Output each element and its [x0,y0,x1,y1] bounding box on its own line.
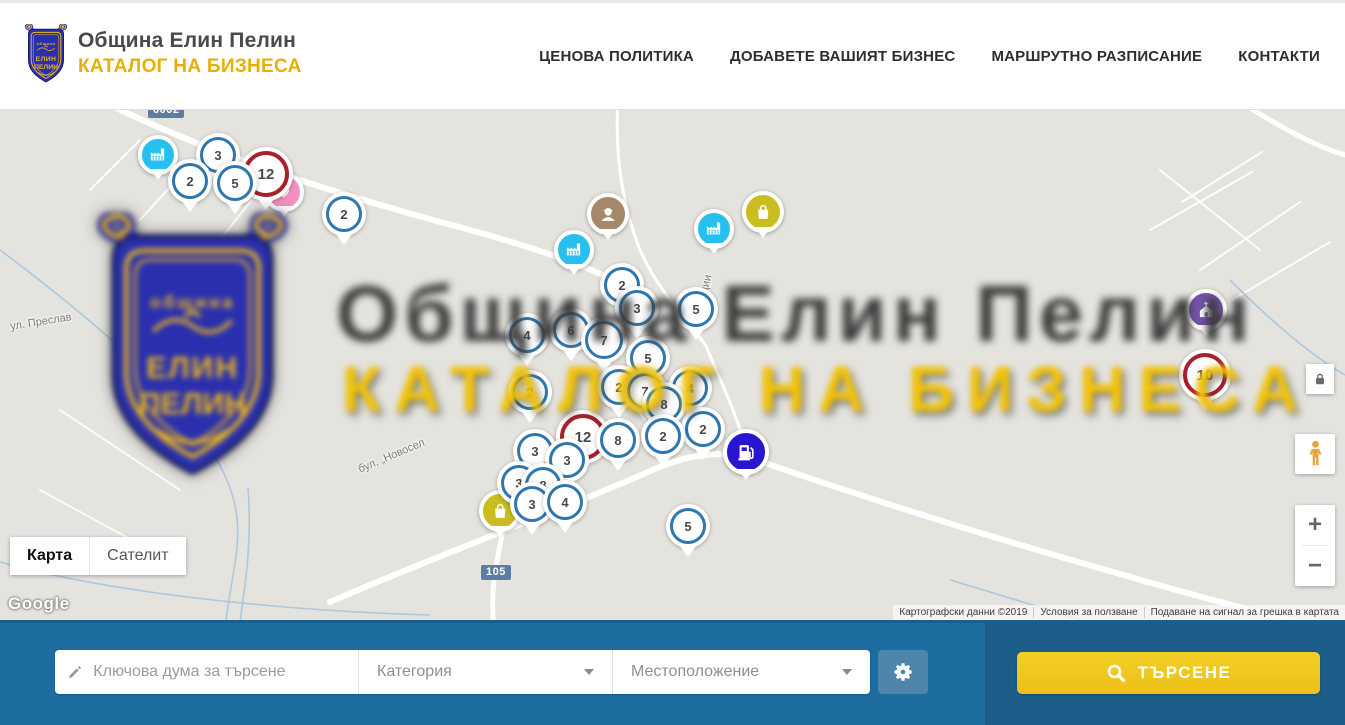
cluster-marker[interactable]: 5 [213,161,257,205]
bag-icon [753,202,773,222]
lock-button[interactable] [1306,364,1334,394]
crest-graphic: община ЕЛИН ПЕЛИН [85,213,300,500]
cluster-tail [557,522,573,533]
gear-icon [892,661,914,683]
factory-icon [148,145,167,164]
header: община ЕЛИН ПЕЛИН Община Елин Пелин КАТА… [0,3,1345,110]
worker-icon [598,204,618,224]
category-select-label: Категория [377,663,452,681]
cluster-count: 8 [600,422,636,458]
cluster-count: 2 [172,163,208,199]
nav-pricing-policy[interactable]: ЦЕНОВА ПОЛИТИКА [539,48,694,65]
pin-tail [600,229,616,240]
cluster-count: 2 [326,196,362,232]
map-type-map-button[interactable]: Карта [10,537,89,575]
cluster-marker[interactable]: 2 [322,192,366,236]
brand: Община Елин Пелин КАТАЛОГ НА БИЗНЕСА [78,29,302,78]
watermark-subtitle: КАТАЛОГ НА БИЗНЕСА [342,352,1311,426]
pin-tail [150,169,166,180]
main-nav: ЦЕНОВА ПОЛИТИКА ДОБАВЕТЕ ВАШИЯТ БИЗНЕС М… [539,3,1320,109]
watermark-title: Община Елин Пелин [336,268,1256,360]
location-select-label: Местоположение [631,663,759,681]
svg-text:ЕЛИН: ЕЛИН [36,56,57,63]
keyword-search-input[interactable] [93,663,346,681]
crest-graphic: община ЕЛИН ПЕЛИН [22,24,70,88]
cluster-tail [655,456,671,467]
cluster-tail [336,234,352,245]
cluster-tail [182,201,198,212]
location-select[interactable]: Местоположение [612,650,870,694]
category-pin-factory[interactable] [554,230,594,270]
attribution-report-error-link[interactable]: Подаване на сигнал за грешка в картата [1144,607,1345,618]
cluster-count: 5 [670,508,706,544]
pin-tail [492,526,508,537]
chevron-down-icon [584,669,594,675]
attribution-copyright: Картографски данни ©2019 [893,607,1033,618]
chevron-down-icon [842,669,852,675]
google-logo[interactable]: Google [8,594,70,614]
route-badge: 105 [481,565,511,580]
zoom-in-button[interactable]: + [1295,505,1335,545]
svg-text:ПЕЛИН: ПЕЛИН [34,64,58,71]
factory-icon [564,240,583,259]
cluster-tail [610,460,626,471]
page: община ЕЛИН ПЕЛИН Община Елин Пелин КАТА… [0,0,1345,725]
cluster-marker[interactable]: 2 [168,159,212,203]
pin-tail [755,227,771,238]
brand-title: Община Елин Пелин [78,29,302,53]
cluster-marker[interactable]: 5 [666,504,710,548]
category-select[interactable]: Категория [358,650,612,694]
zoom-out-button[interactable]: − [1295,546,1335,586]
keyword-field-wrap [55,650,358,694]
search-fields-group: Категория Местоположение [55,650,870,694]
pin-tail [738,469,754,480]
search-bar: Категория Местоположение ТЪРСЕНЕ [0,620,1345,725]
bag-icon [490,501,510,521]
route-badge: 6002 [148,110,184,118]
map-type-control: Карта Сателит [10,537,186,575]
svg-text:ЕЛИН: ЕЛИН [146,351,239,385]
search-button[interactable]: ТЪРСЕНЕ [1017,652,1320,694]
pegman-icon [1306,440,1325,468]
cluster-tail [695,449,711,460]
pin-tail [706,243,722,254]
svg-text:община: община [37,41,56,46]
map-type-satellite-button[interactable]: Сателит [89,537,185,575]
cluster-tail [524,524,540,535]
google-map[interactable]: 6002 105 ул. Преслав бул. „Новосел ции [0,110,1345,620]
nav-contacts[interactable]: КОНТАКТИ [1238,48,1320,65]
cluster-count: 5 [217,165,253,201]
fuel-icon [735,441,758,464]
map-attribution: Картографски данни ©2019 Условия за полз… [893,605,1345,620]
cluster-tail [680,546,696,557]
watermark-crest: община ЕЛИН ПЕЛИН [85,213,300,505]
search-button-label: ТЪРСЕНЕ [1138,663,1232,683]
svg-text:община: община [150,292,235,312]
search-icon [1106,663,1126,683]
category-pin-worker[interactable] [587,193,629,235]
lock-icon [1313,372,1327,386]
nav-route-schedule[interactable]: МАРШРУТНО РАЗПИСАНИЕ [991,48,1202,65]
cluster-marker[interactable]: 4 [543,480,587,524]
pencil-icon [67,663,83,681]
street-view-pegman-button[interactable] [1295,434,1335,474]
category-pin-bag[interactable] [742,191,784,233]
brand-subtitle: КАТАЛОГ НА БИЗНЕСА [78,56,302,78]
category-pin-factory[interactable] [694,209,734,249]
zoom-control: + − [1295,505,1335,586]
cluster-count: 4 [547,484,583,520]
municipality-crest-logo[interactable]: община ЕЛИН ПЕЛИН [22,24,70,88]
attribution-terms-link[interactable]: Условия за ползване [1033,607,1143,618]
cluster-tail [258,199,274,210]
category-pin-fuel[interactable] [723,429,769,475]
advanced-settings-button[interactable] [878,650,928,694]
nav-add-your-business[interactable]: ДОБАВЕТЕ ВАШИЯТ БИЗНЕС [730,48,955,65]
factory-icon [704,219,723,238]
svg-text:ПЕЛИН: ПЕЛИН [139,387,246,421]
